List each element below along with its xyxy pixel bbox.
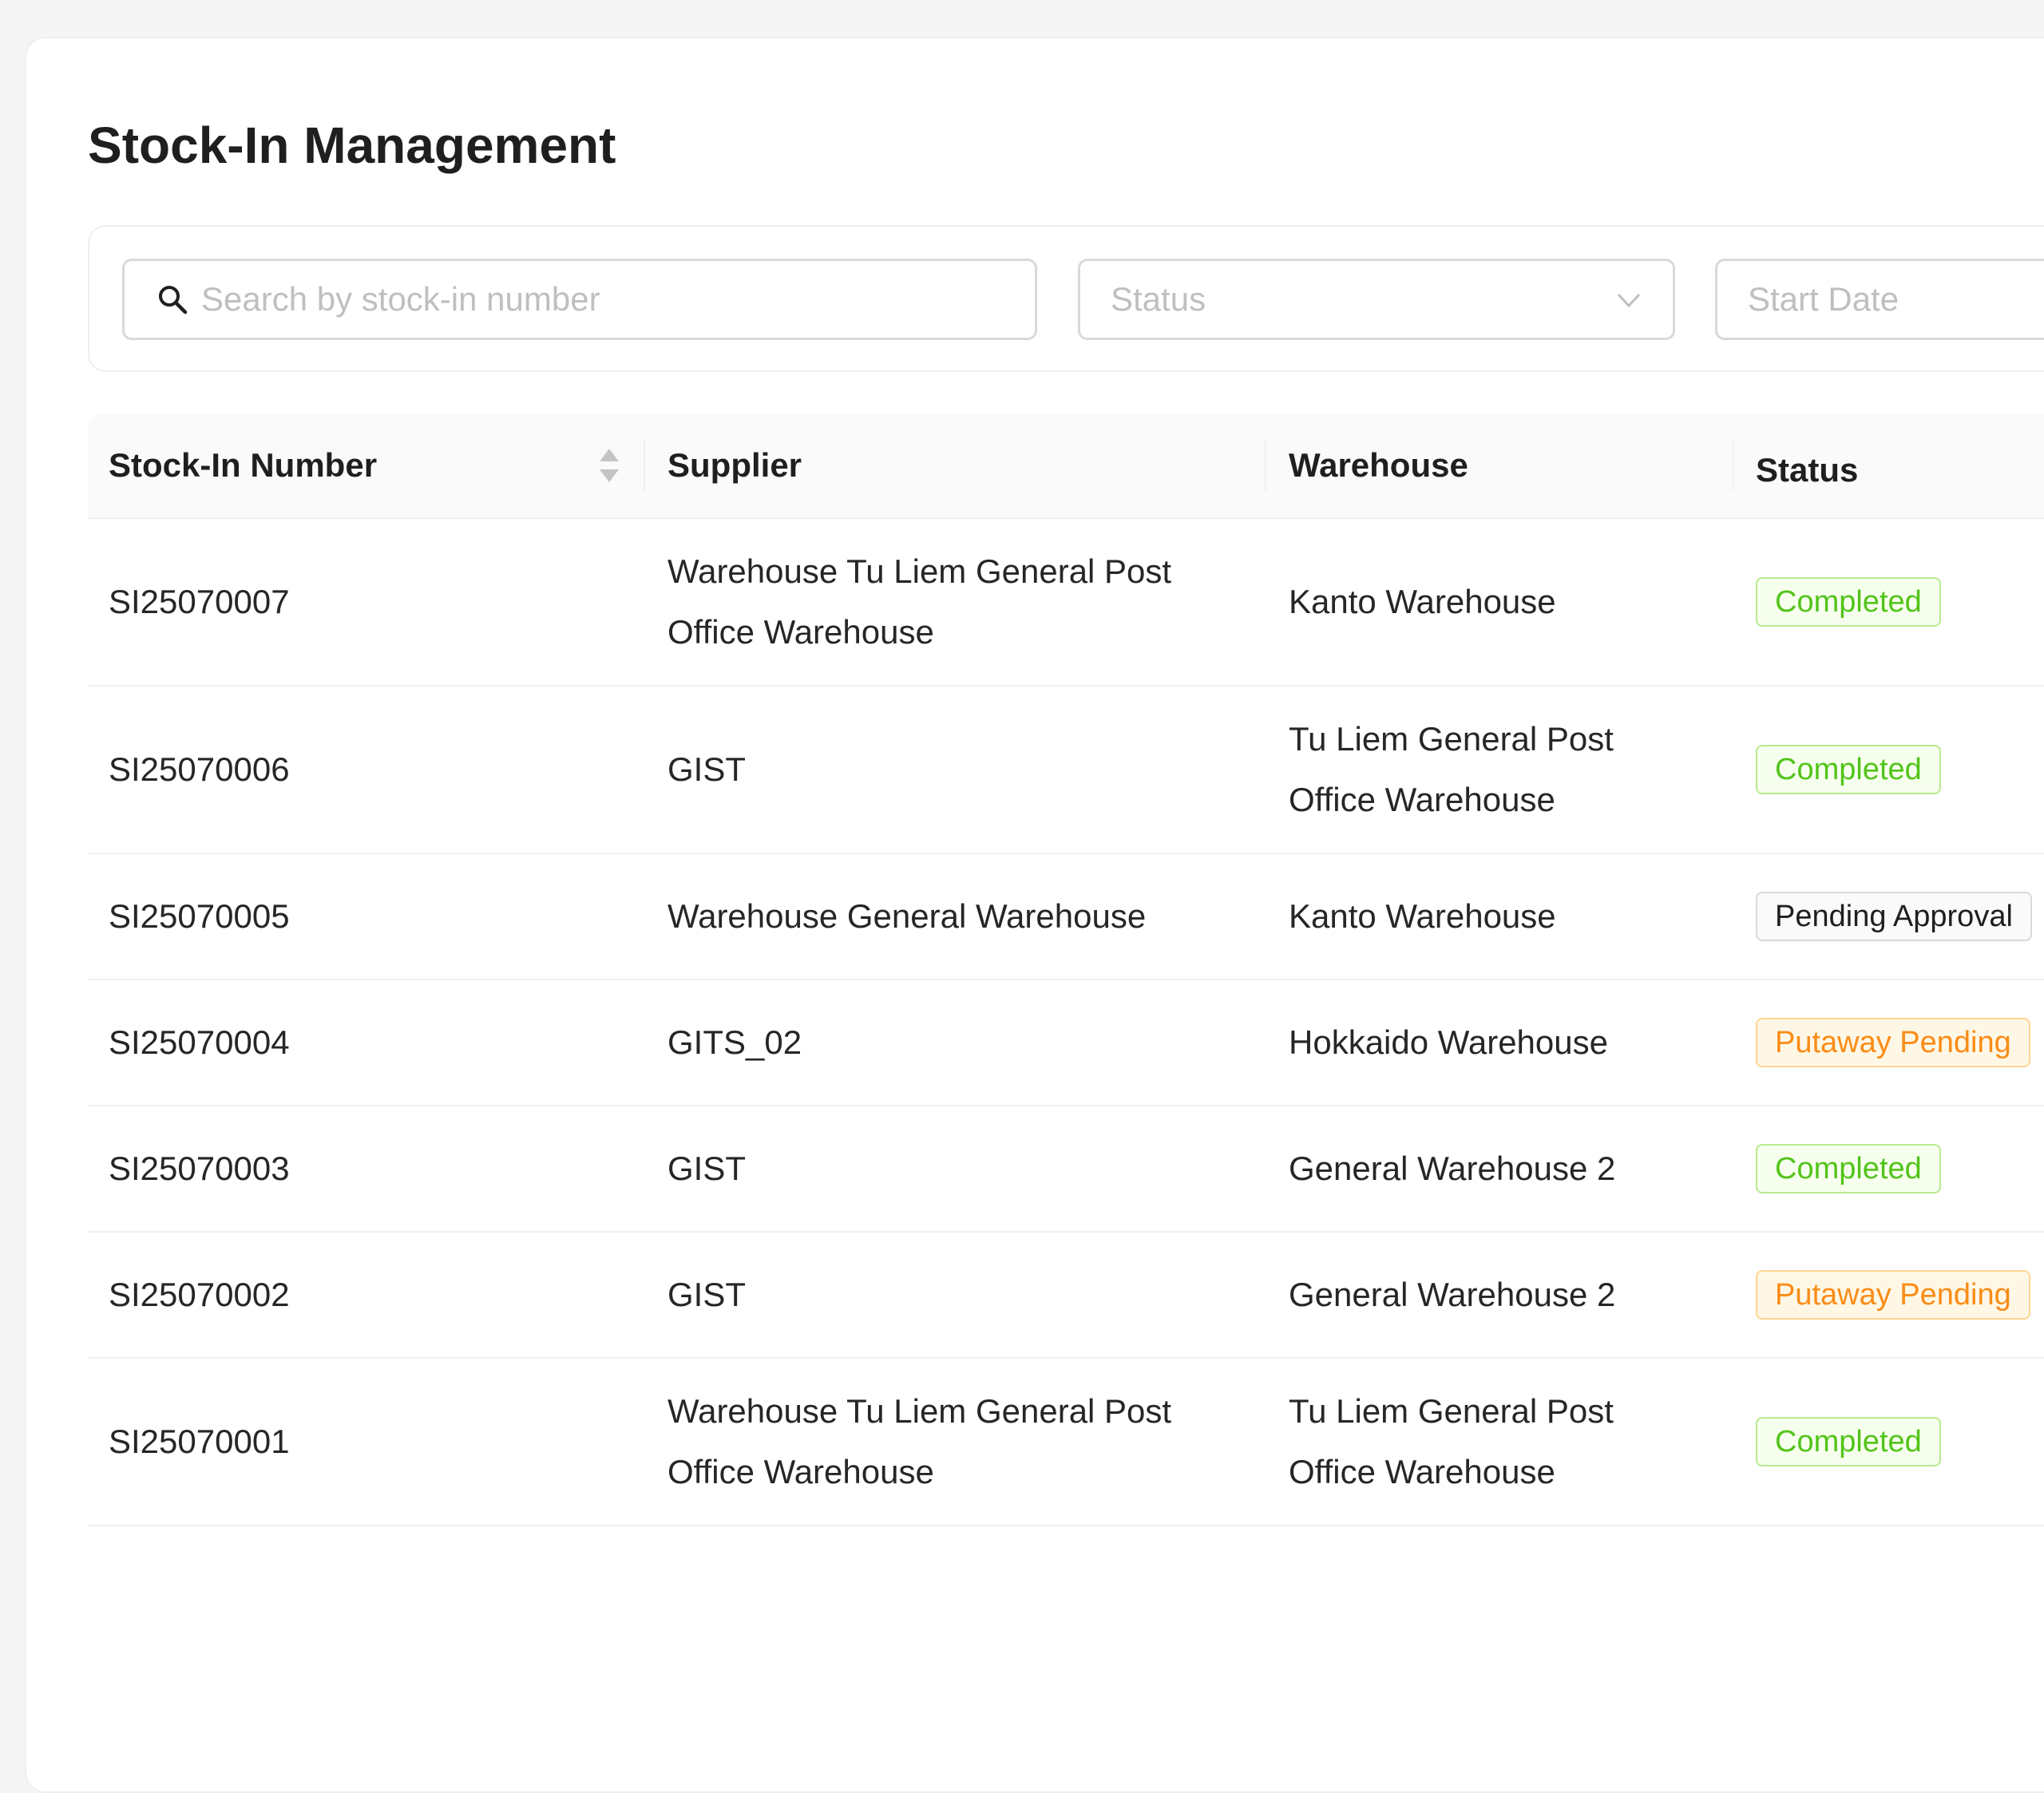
supplier-cell: GIST [667,1150,747,1187]
table-row[interactable]: SI25070005 Warehouse General Warehouse K… [88,854,2044,980]
warehouse-cell: Hokkaido Warehouse [1289,1023,1608,1061]
column-header-supplier: Supplier [667,446,802,484]
column-header-warehouse: Warehouse [1289,446,1468,484]
stock-in-number-cell: SI25070002 [109,1276,290,1313]
warehouse-cell: Tu Liem General Post Office Warehouse [1289,720,1614,818]
status-badge: Pending Approval [1756,892,2032,941]
status-badge: Completed [1756,1144,1941,1193]
page-title: Stock-In Management [88,117,616,174]
search-field[interactable] [122,259,1037,340]
search-input[interactable] [201,280,1000,319]
start-date-picker[interactable]: Start Date [1715,259,2044,340]
column-separator [1733,440,1734,491]
supplier-cell: Warehouse General Warehouse [667,897,1147,935]
stock-in-number-cell: SI25070005 [109,897,290,935]
status-cell: Completed [1756,1359,2044,1525]
status-badge: Putaway Pending [1756,1018,2030,1067]
status-badge: Completed [1756,577,1941,627]
stock-in-number-cell: SI25070007 [109,583,290,620]
status-badge: Completed [1756,745,1941,794]
column-header-stock-in-number[interactable]: Stock-In Number [109,414,377,517]
warehouse-cell: General Warehouse 2 [1289,1150,1616,1187]
warehouse-cell: Kanto Warehouse [1289,583,1556,620]
table-row[interactable]: SI25070004 GITS_02 Hokkaido Warehouse Pu… [88,980,2044,1106]
status-placeholder: Status [1111,280,1206,318]
warehouse-cell: Kanto Warehouse [1289,897,1556,935]
chevron-down-icon [1617,293,1641,308]
table-row[interactable]: SI25070007 Warehouse Tu Liem General Pos… [88,519,2044,687]
supplier-cell: GITS_02 [667,1023,802,1061]
status-cell: Putaway Pending [1756,980,2044,1105]
column-separator [1265,440,1266,491]
column-separator [644,440,645,491]
status-cell: Pending Approval [1756,854,2044,979]
status-cell: Completed [1756,519,2044,685]
table-header: Stock-In Number Supplier Warehouse Statu… [88,414,2044,519]
table-row[interactable]: SI25070003 GIST General Warehouse 2 Comp… [88,1106,2044,1233]
warehouse-cell: Tu Liem General Post Office Warehouse [1289,1392,1614,1490]
table-row[interactable]: SI25070002 GIST General Warehouse 2 Puta… [88,1233,2044,1359]
column-header-status: Status [1756,451,1859,489]
search-icon [159,286,188,315]
supplier-cell: GIST [667,750,747,788]
stock-in-number-cell: SI25070001 [109,1423,290,1460]
stock-in-number-cell: SI25070004 [109,1023,290,1061]
table-row[interactable]: SI25070001 Warehouse Tu Liem General Pos… [88,1359,2044,1526]
stock-in-number-cell: SI25070003 [109,1150,290,1187]
sort-icon[interactable] [597,445,621,485]
status-badge: Putaway Pending [1756,1270,2030,1320]
status-cell: Putaway Pending [1756,1233,2044,1357]
stock-in-table: Stock-In Number Supplier Warehouse Statu… [88,414,2044,1526]
stock-in-number-cell: SI25070006 [109,750,290,788]
status-cell: Completed [1756,687,2044,853]
table-row[interactable]: SI25070006 GIST Tu Liem General Post Off… [88,687,2044,854]
status-badge: Completed [1756,1417,1941,1466]
supplier-cell: Warehouse Tu Liem General Post Office Wa… [667,552,1172,651]
status-cell: Completed [1756,1106,2044,1231]
supplier-cell: GIST [667,1276,747,1313]
supplier-cell: Warehouse Tu Liem General Post Office Wa… [667,1392,1172,1490]
warehouse-cell: General Warehouse 2 [1289,1276,1616,1313]
status-select[interactable]: Status [1078,259,1675,340]
filter-bar: Status Start Date [88,225,2044,372]
start-date-placeholder: Start Date [1748,280,1899,318]
